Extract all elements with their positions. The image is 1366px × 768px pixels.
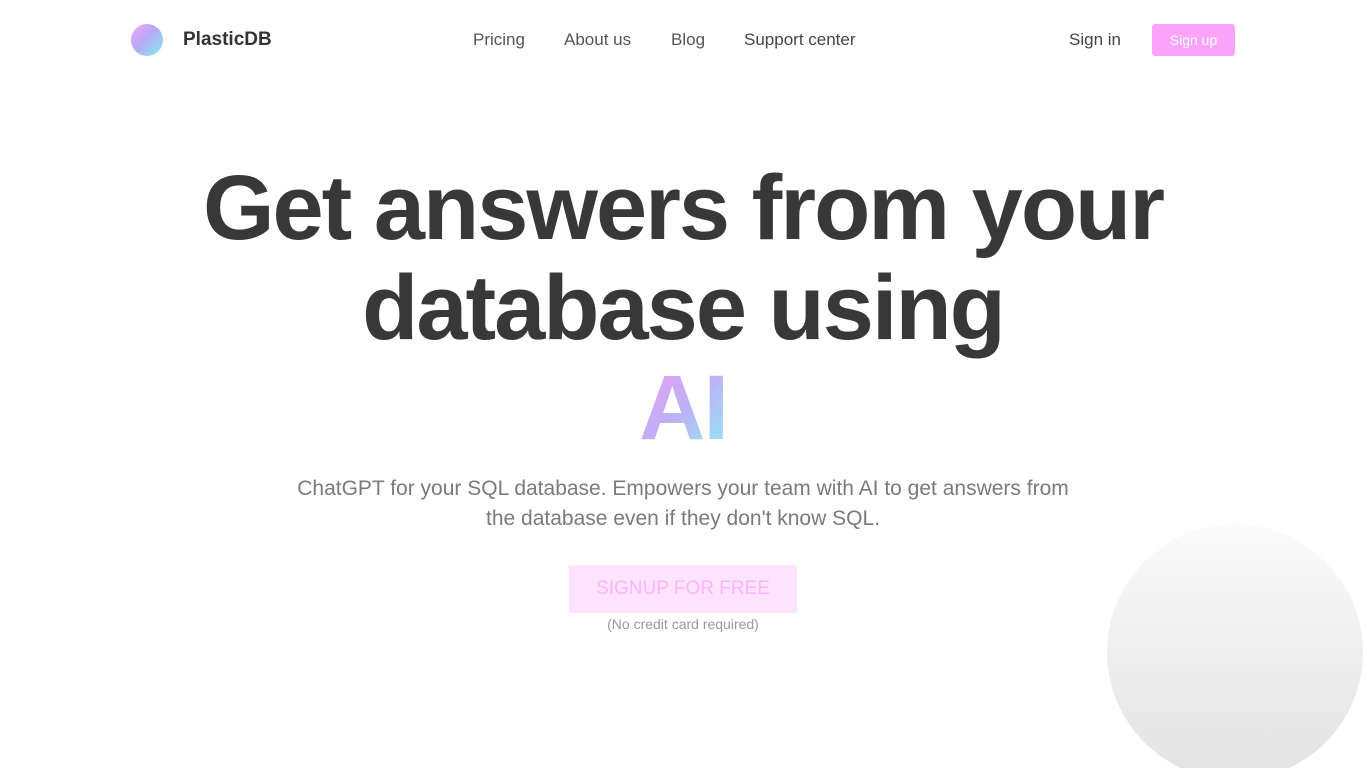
signup-for-free-button[interactable]: SIGNUP FOR FREE xyxy=(569,565,797,613)
hero-title-line-1: Get answers from your xyxy=(202,157,1165,259)
landing-page: PlasticDB Pricing About us Blog Support … xyxy=(0,0,1366,768)
sign-up-button[interactable]: Sign up xyxy=(1152,24,1235,56)
hero-title-highlight: AI xyxy=(0,358,1366,458)
nav-pricing-link[interactable]: Pricing xyxy=(473,29,525,51)
sign-in-link[interactable]: Sign in xyxy=(1069,29,1121,51)
nav-blog-link[interactable]: Blog xyxy=(671,29,705,51)
nav-support-center-link[interactable]: Support center xyxy=(744,29,856,51)
site-header: PlasticDB Pricing About us Blog Support … xyxy=(0,0,1366,80)
brand-logo-icon[interactable] xyxy=(131,24,163,56)
decorative-sphere xyxy=(1107,524,1363,768)
hero-title: Get answers from your database using xyxy=(0,158,1366,358)
hero-subtitle: ChatGPT for your SQL database. Empowers … xyxy=(297,477,1069,530)
hero-ai-text: AI xyxy=(639,357,729,459)
brand-name[interactable]: PlasticDB xyxy=(183,29,272,51)
hero-title-line-2: database using xyxy=(362,257,1006,359)
nav-about-link[interactable]: About us xyxy=(564,29,631,51)
